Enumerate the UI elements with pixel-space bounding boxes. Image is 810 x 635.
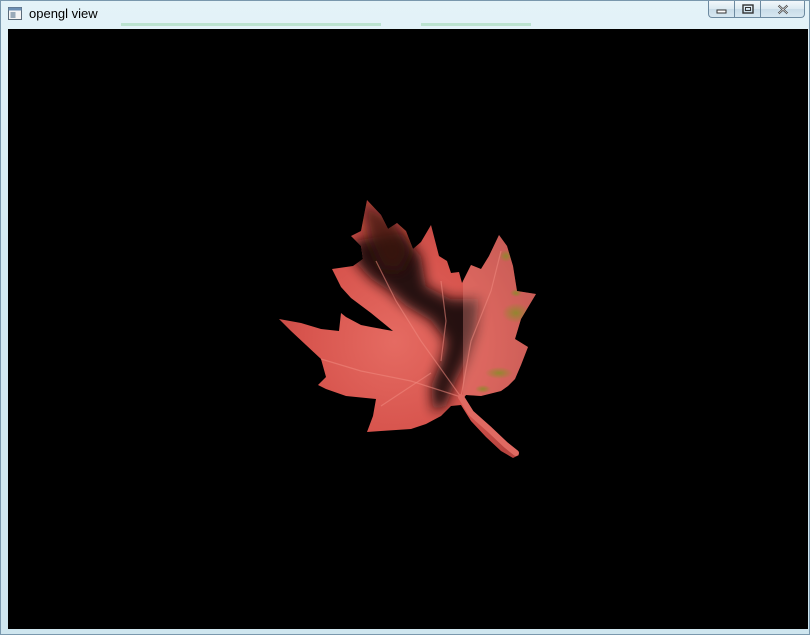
background-reflection (121, 23, 381, 26)
close-button[interactable] (761, 1, 805, 18)
background-reflection (421, 23, 531, 26)
caption-buttons (708, 1, 805, 19)
restore-button[interactable] (735, 1, 761, 18)
minimize-icon (716, 9, 727, 13)
maple-leaf-image (279, 200, 536, 458)
opengl-window: opengl view (0, 0, 810, 635)
window-title: opengl view (29, 6, 98, 21)
title-bar[interactable]: opengl view (1, 1, 809, 28)
restore-icon (741, 4, 754, 14)
app-window-icon (8, 7, 22, 20)
close-icon (777, 4, 788, 14)
opengl-viewport[interactable] (8, 29, 808, 629)
minimize-button[interactable] (708, 1, 735, 18)
